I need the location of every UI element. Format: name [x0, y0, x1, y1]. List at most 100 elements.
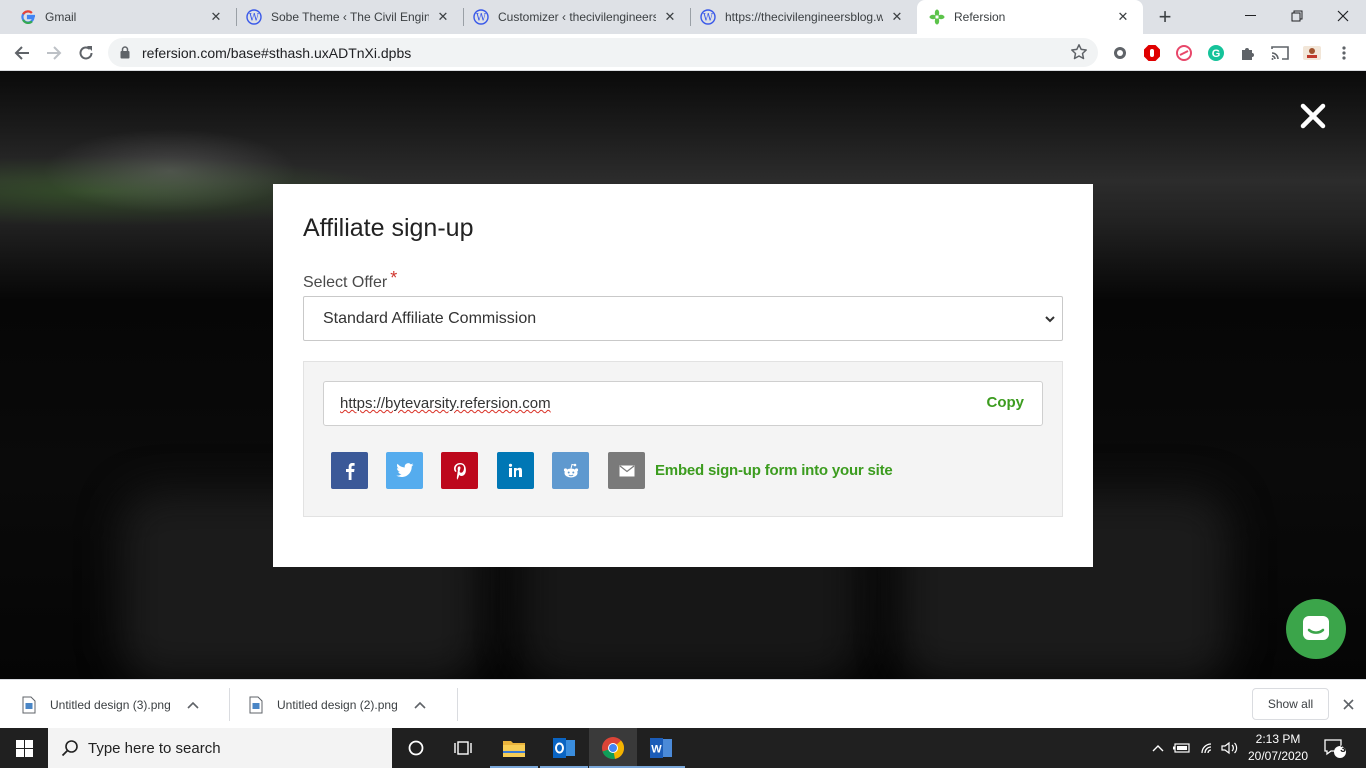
- chevron-up-icon: [414, 701, 426, 709]
- lastpass-icon[interactable]: [1173, 42, 1195, 64]
- reddit-share-button[interactable]: [552, 452, 589, 489]
- twitter-icon: [395, 463, 413, 478]
- wordpress-icon: W: [700, 9, 716, 25]
- svg-text:W: W: [249, 13, 260, 24]
- envelope-icon: [619, 465, 634, 476]
- puzzle-extensions-icon[interactable]: [1237, 42, 1259, 64]
- affiliate-link[interactable]: https://bytevarsity.refersion.com: [340, 395, 551, 412]
- copy-button[interactable]: Copy: [987, 394, 1025, 411]
- volume-button[interactable]: [1220, 728, 1240, 768]
- tab-civil-engineers-blog[interactable]: W https://thecivilengineersblog.w ✕: [680, 0, 917, 34]
- clock[interactable]: 2:13 PM 20/07/2020: [1244, 731, 1312, 765]
- minimize-button[interactable]: [1228, 0, 1274, 32]
- cast-icon[interactable]: [1269, 42, 1291, 64]
- google-icon: [20, 9, 36, 25]
- wifi-button[interactable]: [1198, 728, 1218, 768]
- chevron-down-icon: [1044, 311, 1056, 332]
- close-icon[interactable]: ✕: [889, 9, 905, 25]
- close-downloads-button[interactable]: [1338, 694, 1358, 714]
- embed-form-link[interactable]: Embed sign-up form into your site: [655, 462, 893, 479]
- file-explorer-button[interactable]: [490, 728, 538, 768]
- tab-gmail[interactable]: Gmail ✕: [0, 0, 236, 34]
- chrome-menu-icon[interactable]: [1333, 42, 1355, 64]
- linkedin-share-button[interactable]: [497, 452, 534, 489]
- affiliate-signup-modal: Affiliate sign-up Select Offer * Standard…: [273, 184, 1093, 567]
- facebook-share-button[interactable]: [331, 452, 368, 489]
- close-icon[interactable]: ✕: [435, 9, 451, 25]
- wordpress-icon: W: [246, 9, 262, 25]
- profile-avatar[interactable]: [1301, 42, 1323, 64]
- tab-sobe-theme[interactable]: W Sobe Theme ‹ The Civil Engine ✕: [226, 0, 463, 34]
- cortana-button[interactable]: [392, 728, 440, 768]
- offer-label: Select Offer *: [303, 268, 397, 292]
- browser-toolbar: refersion.com/base#sthash.uxADTnXi.dpbs …: [0, 34, 1366, 71]
- chat-icon: [1303, 616, 1329, 640]
- bookmark-star-icon[interactable]: [1070, 43, 1088, 66]
- tab-title: Sobe Theme ‹ The Civil Engine: [271, 10, 429, 24]
- download-item[interactable]: Untitled design (3).png: [22, 680, 199, 729]
- action-center-button[interactable]: 3: [1320, 728, 1350, 768]
- back-button[interactable]: [9, 40, 35, 66]
- tab-customizer[interactable]: W Customizer ‹ thecivilengineers ✕: [453, 0, 690, 34]
- windows-logo-icon: [15, 739, 33, 757]
- new-tab-button[interactable]: +: [1153, 4, 1177, 29]
- word-icon: W: [650, 738, 672, 758]
- grammarly-icon[interactable]: G: [1205, 42, 1227, 64]
- back-arrow-icon: [14, 46, 29, 60]
- svg-text:W: W: [651, 744, 662, 756]
- chevron-up-icon: [1152, 745, 1164, 752]
- offer-select-value: Standard Affiliate Commission: [323, 310, 537, 327]
- search-placeholder: Type here to search: [88, 740, 221, 757]
- image-file-icon: [22, 696, 36, 713]
- outlook-button[interactable]: [540, 728, 588, 768]
- close-window-button[interactable]: [1320, 0, 1366, 32]
- tab-title: Customizer ‹ thecivilengineers: [498, 10, 656, 24]
- close-icon: [1300, 103, 1326, 129]
- linkedin-icon: [508, 463, 522, 477]
- battery-icon: [1173, 743, 1190, 753]
- outlook-icon: [553, 738, 575, 758]
- forward-button[interactable]: [41, 40, 67, 66]
- taskbar-search-input[interactable]: Type here to search: [48, 728, 392, 768]
- page-backdrop: Affiliate sign-up Select Offer * Standard…: [0, 71, 1366, 679]
- battery-button[interactable]: [1172, 728, 1192, 768]
- close-modal-button[interactable]: [1296, 99, 1330, 133]
- windows-taskbar: Type here to search W 2:13 PM 20/07/2020: [0, 728, 1366, 768]
- download-item[interactable]: Untitled design (2).png: [249, 680, 426, 729]
- clock-time: 2:13 PM: [1255, 732, 1301, 746]
- tab-refersion[interactable]: Refersion ✕: [917, 0, 1143, 34]
- twitter-share-button[interactable]: [386, 452, 423, 489]
- close-icon[interactable]: ✕: [1115, 9, 1131, 25]
- email-share-button[interactable]: [608, 452, 645, 489]
- tab-title: Gmail: [45, 10, 77, 24]
- facebook-icon: [345, 462, 355, 480]
- show-all-button[interactable]: Show all: [1252, 688, 1329, 720]
- start-button[interactable]: [0, 728, 48, 768]
- clock-date: 20/07/2020: [1247, 749, 1309, 763]
- chrome-icon: [602, 737, 625, 760]
- offer-select[interactable]: Standard Affiliate Commission: [303, 296, 1063, 341]
- svg-text:W: W: [476, 13, 487, 24]
- chrome-button[interactable]: [589, 728, 637, 768]
- divider: [229, 688, 230, 721]
- reload-button[interactable]: [73, 40, 99, 66]
- chat-launcher-button[interactable]: [1286, 599, 1346, 659]
- close-icon[interactable]: ✕: [662, 9, 678, 25]
- extension-circle-icon[interactable]: [1109, 42, 1131, 64]
- restore-button[interactable]: [1274, 0, 1320, 32]
- search-icon: [61, 740, 78, 757]
- adblock-icon[interactable]: [1141, 42, 1163, 64]
- word-button[interactable]: W: [637, 728, 685, 768]
- notification-count: 3: [1340, 744, 1346, 755]
- affiliate-link-field[interactable]: https://bytevarsity.refersion.com Copy: [323, 381, 1043, 426]
- cortana-icon: [408, 740, 424, 756]
- task-view-button[interactable]: [440, 728, 488, 768]
- close-icon[interactable]: ✕: [208, 9, 224, 25]
- lock-icon: [120, 46, 130, 64]
- download-filename: Untitled design (3).png: [50, 697, 171, 712]
- show-hidden-icons-button[interactable]: [1150, 728, 1166, 768]
- pinterest-share-button[interactable]: [441, 452, 478, 489]
- address-bar[interactable]: refersion.com/base#sthash.uxADTnXi.dpbs: [108, 38, 1098, 67]
- downloads-bar: Untitled design (3).png Untitled design …: [0, 679, 1366, 728]
- pinterest-icon: [453, 462, 466, 480]
